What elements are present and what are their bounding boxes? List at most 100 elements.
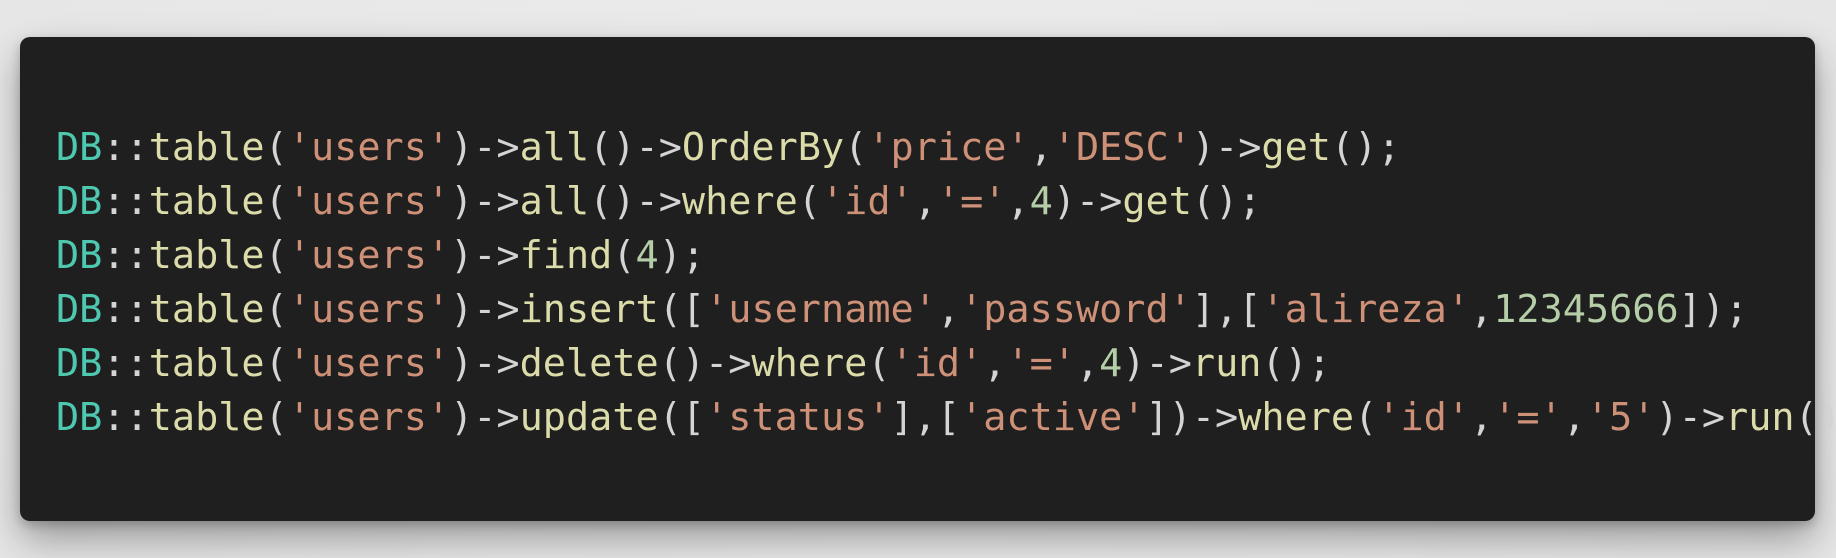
code-line: DB::table('users')->update(['status'],['… — [56, 391, 1836, 445]
punctuation-token: :: — [102, 395, 149, 440]
punctuation-token: ],[ — [890, 395, 961, 440]
method-name-token: run — [1725, 395, 1795, 440]
punctuation-token: :: — [102, 125, 149, 170]
code-line: DB::table('users')->all()->where('id','=… — [56, 175, 1815, 229]
punctuation-token: )-> — [450, 287, 520, 332]
punctuation-token: ( — [264, 125, 288, 170]
punctuation-token: ]); — [1678, 287, 1749, 332]
string-token: 'users' — [287, 341, 451, 386]
number-token: 12345666 — [1493, 287, 1679, 332]
punctuation-token: )-> — [1191, 125, 1262, 170]
punctuation-token: , — [1029, 125, 1053, 170]
punctuation-token: (); — [1794, 395, 1836, 440]
punctuation-token: ( — [264, 341, 288, 386]
punctuation-token: ); — [658, 233, 706, 278]
code-block: DB::table('users')->all()->OrderBy('pric… — [56, 121, 1836, 445]
string-token: 'price' — [867, 125, 1030, 170]
method-name-token: table — [148, 341, 265, 386]
punctuation-token: )-> — [450, 125, 520, 170]
class-name-token: DB — [56, 395, 103, 440]
class-name-token: DB — [56, 125, 103, 170]
method-name-token: where — [681, 179, 798, 224]
punctuation-token: , — [936, 287, 961, 332]
code-window: DB::table('users')->all()->OrderBy('pric… — [20, 37, 1836, 521]
method-name-token: table — [148, 233, 265, 278]
method-name-token: table — [148, 179, 265, 224]
punctuation-token: ( — [264, 395, 288, 440]
punctuation-token: , — [1006, 179, 1030, 224]
punctuation-token: ( — [867, 341, 891, 386]
method-name-token: all — [519, 179, 590, 224]
method-name-token: update — [519, 395, 659, 440]
string-token: '=' — [936, 179, 1007, 224]
string-token: 'users' — [287, 395, 451, 440]
punctuation-token: )-> — [450, 341, 520, 386]
class-name-token: DB — [56, 233, 103, 278]
code-line: DB::table('users')->all()->OrderBy('pric… — [56, 121, 1815, 175]
code-line: DB::table('users')->find(4); — [56, 229, 1815, 283]
string-token: '=' — [1006, 341, 1076, 386]
string-token: 'id' — [890, 341, 984, 386]
punctuation-token: ( — [844, 125, 868, 170]
string-token: '=' — [1493, 395, 1563, 440]
punctuation-token: , — [1470, 287, 1494, 332]
string-token: 'active' — [960, 395, 1146, 440]
string-token: '5' — [1585, 395, 1656, 440]
method-name-token: all — [519, 125, 590, 170]
method-name-token: delete — [519, 341, 659, 386]
punctuation-token: , — [1075, 341, 1100, 386]
method-name-token: OrderBy — [681, 125, 845, 170]
method-name-token: run — [1191, 341, 1262, 386]
punctuation-token: :: — [102, 287, 149, 332]
punctuation-token: )-> — [450, 395, 520, 440]
punctuation-token: ],[ — [1191, 287, 1262, 332]
string-token: 'users' — [287, 125, 451, 170]
punctuation-token: , — [983, 341, 1007, 386]
punctuation-token: ()-> — [589, 125, 682, 170]
method-name-token: table — [148, 287, 265, 332]
string-token: 'status' — [705, 395, 891, 440]
punctuation-token: ( — [797, 179, 821, 224]
punctuation-token: , — [913, 179, 937, 224]
method-name-token: get — [1261, 125, 1331, 170]
punctuation-token: :: — [102, 341, 149, 386]
punctuation-token: )-> — [1655, 395, 1726, 440]
class-name-token: DB — [56, 179, 103, 224]
method-name-token: table — [148, 395, 265, 440]
punctuation-token: )-> — [1052, 179, 1123, 224]
code-line: DB::table('users')->insert(['username','… — [56, 283, 1815, 337]
punctuation-token: (); — [1191, 179, 1262, 224]
string-token: 'id' — [820, 179, 914, 224]
string-token: 'username' — [705, 287, 937, 332]
method-name-token: where — [1238, 395, 1355, 440]
punctuation-token: ( — [264, 233, 288, 278]
punctuation-token: ()-> — [589, 179, 682, 224]
punctuation-token: :: — [102, 233, 149, 278]
string-token: 'alireza' — [1261, 287, 1471, 332]
string-token: 'password' — [960, 287, 1192, 332]
class-name-token: DB — [56, 341, 103, 386]
punctuation-token: ])-> — [1145, 395, 1239, 440]
method-name-token: find — [519, 233, 613, 278]
punctuation-token: :: — [102, 179, 149, 224]
punctuation-token: )-> — [1122, 341, 1192, 386]
punctuation-token: ( — [612, 233, 636, 278]
method-name-token: get — [1122, 179, 1192, 224]
punctuation-token: ( — [1354, 395, 1378, 440]
punctuation-token: (); — [1261, 341, 1331, 386]
string-token: 'DESC' — [1052, 125, 1192, 170]
punctuation-token: ([ — [658, 287, 706, 332]
number-token: 4 — [1029, 179, 1053, 224]
string-token: 'users' — [287, 179, 451, 224]
method-name-token: table — [148, 125, 265, 170]
string-token: 'users' — [287, 287, 451, 332]
number-token: 4 — [635, 233, 659, 278]
class-name-token: DB — [56, 287, 103, 332]
string-token: 'users' — [287, 233, 451, 278]
punctuation-token: , — [1470, 395, 1494, 440]
code-line: DB::table('users')->delete()->where('id'… — [56, 337, 1815, 391]
punctuation-token: ([ — [658, 395, 706, 440]
method-name-token: where — [751, 341, 868, 386]
punctuation-token: )-> — [450, 179, 520, 224]
string-token: 'id' — [1377, 395, 1471, 440]
